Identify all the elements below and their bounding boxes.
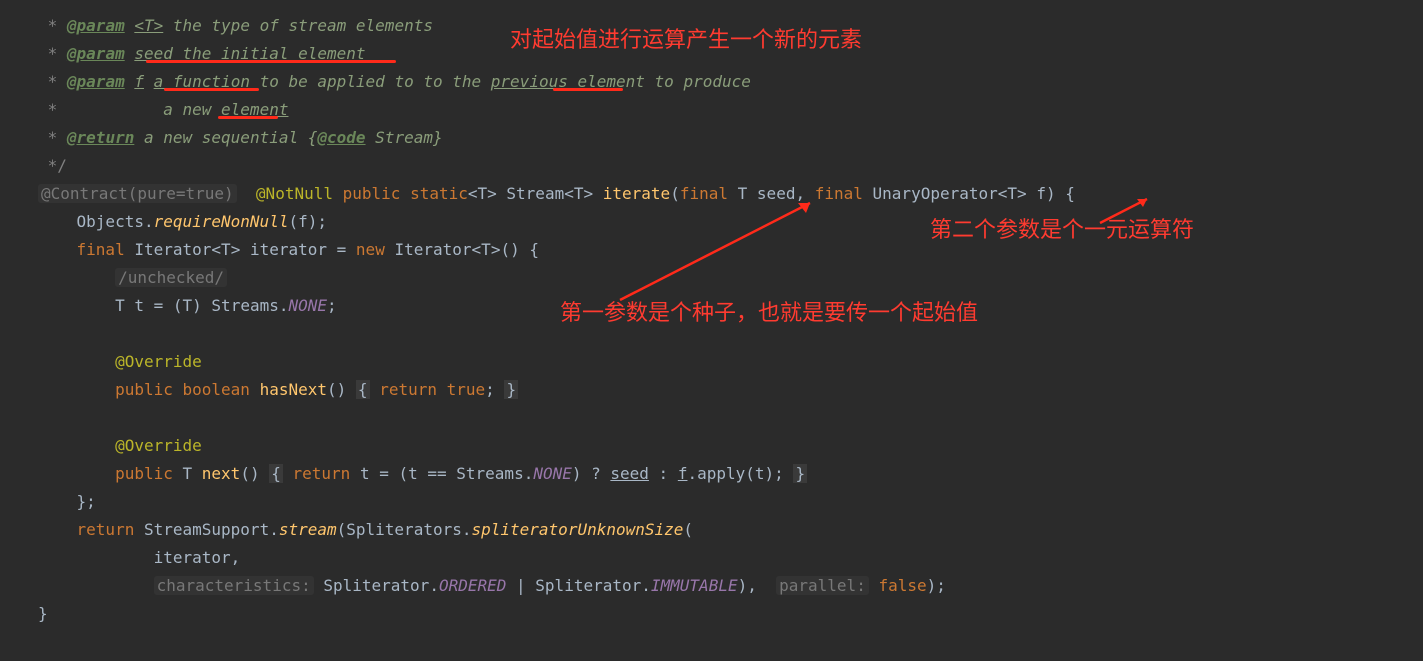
contract-hint: @Contract(pure=true) [38,184,237,203]
code-line[interactable]: }; [0,488,1423,516]
code-line[interactable]: @Override [0,348,1423,376]
doc-line-4: * a new element [0,96,1423,124]
doc-line-3: * @param f a function to be applied to t… [0,68,1423,96]
code-line[interactable]: } [0,600,1423,628]
code-line[interactable]: final Iterator<T> iterator = new Iterato… [0,236,1423,264]
code-line[interactable]: @Override [0,432,1423,460]
char-hint: characteristics: [154,576,314,595]
method-signature[interactable]: @Contract(pure=true) @NotNull public sta… [0,180,1423,208]
blank-line [0,320,1423,348]
code-line[interactable]: Objects.requireNonNull(f); [0,208,1423,236]
code-line[interactable]: characteristics: Spliterator.ORDERED | S… [0,572,1423,600]
code-line[interactable]: public boolean hasNext() { return true; … [0,376,1423,404]
code-line[interactable]: public T next() { return t = (t == Strea… [0,460,1423,488]
doc-line-2: * @param seed the initial element [0,40,1423,68]
doc-end: */ [0,152,1423,180]
doc-line-5: * @return a new sequential {@code Stream… [0,124,1423,152]
code-line[interactable]: iterator, [0,544,1423,572]
code-line[interactable]: T t = (T) Streams.NONE; [0,292,1423,320]
unchecked-hint: /unchecked/ [115,268,227,287]
code-line[interactable]: return StreamSupport.stream(Spliterators… [0,516,1423,544]
blank-line [0,404,1423,432]
code-line[interactable]: /unchecked/ [0,264,1423,292]
doc-line-1: * @param <T> the type of stream elements [0,12,1423,40]
parallel-hint: parallel: [776,576,869,595]
